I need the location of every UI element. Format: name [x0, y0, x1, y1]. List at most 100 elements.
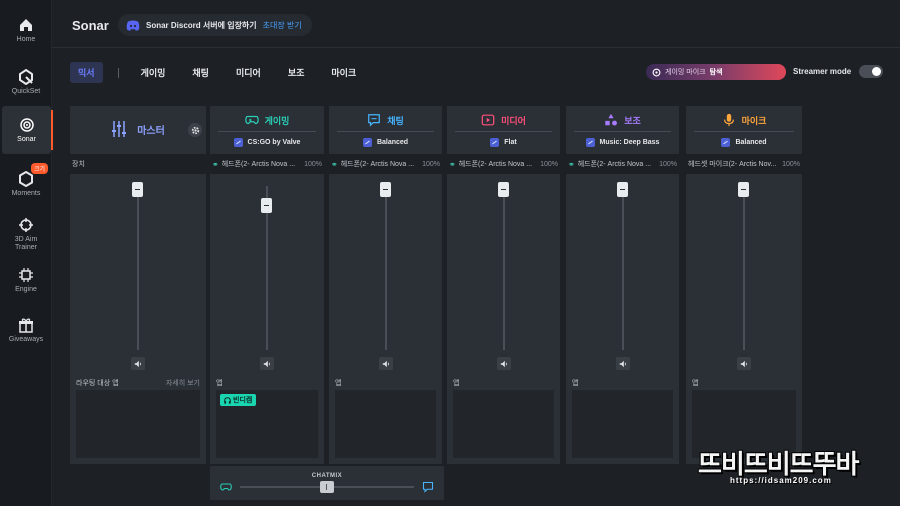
channel-header: 마이크 Balanced: [686, 106, 802, 154]
sidebar: Home QuickSet Sonar 크기 Moments 3D Aim Tr…: [0, 0, 53, 506]
master-header: 마스터: [70, 106, 206, 154]
discord-invite-banner[interactable]: Sonar Discord 서버에 입장하기 초대장 받기: [118, 14, 312, 36]
sidebar-item-label: Home: [16, 35, 36, 43]
fader-panel: 앱: [686, 174, 802, 464]
device-label: 헤드폰(2- Arctis Nova ...: [221, 161, 296, 168]
speaker-icon: [263, 360, 270, 367]
preset-icon: [721, 138, 731, 147]
equalizer-icon: [112, 121, 127, 137]
sidebar-item-sonar[interactable]: Sonar: [2, 106, 53, 154]
fader-knob[interactable]: [380, 182, 391, 197]
speaker-icon: [740, 360, 747, 367]
master-fader-knob[interactable]: [132, 182, 143, 197]
channel-title: 마이크: [741, 115, 767, 126]
shapes-icon: [605, 113, 618, 126]
app-chip-bandicam[interactable]: 빈디캠: [220, 394, 257, 406]
moments-badge: 크기: [30, 163, 48, 174]
preset-selector[interactable]: CS:GO by Valve: [210, 138, 324, 147]
device-volume: 100%: [782, 160, 800, 168]
channel-title: 보조: [624, 115, 641, 126]
tab-mixer[interactable]: 믹서: [70, 62, 103, 83]
output-device-selector[interactable]: ⚭ 헤드폰(2- Arctis Nova ... 100%: [212, 158, 322, 170]
master-apps-detail-link[interactable]: 자세히 보기: [166, 378, 200, 388]
watermark: 뜨비뜨비뜨뚜바 https://idsam209.com: [698, 444, 898, 500]
device-label: 헤드폰(2- Arctis Nova ...: [458, 161, 533, 168]
channel-title: 채팅: [387, 115, 404, 126]
sidebar-item-giveaways[interactable]: Giveaways: [0, 308, 52, 352]
fader-track[interactable]: [622, 186, 624, 350]
channel-title-row: 게이밍: [210, 113, 324, 127]
speaker-icon: [500, 360, 507, 367]
chatmix-knob[interactable]: [320, 481, 334, 493]
game-mic-action: 탐색: [709, 69, 723, 76]
divider: [574, 131, 671, 132]
preset-selector[interactable]: Balanced: [329, 138, 442, 147]
sidebar-item-quickset[interactable]: QuickSet: [0, 60, 52, 104]
tab-chat[interactable]: 채팅: [184, 62, 217, 83]
channel-header: 채팅 Balanced: [329, 106, 442, 154]
mute-button[interactable]: [497, 357, 511, 370]
preset-icon: [362, 138, 372, 147]
chat-icon: [422, 481, 434, 493]
sidebar-item-home[interactable]: Home: [0, 8, 52, 52]
streamer-mode-toggle[interactable]: [859, 65, 883, 78]
sidebar-item-engine[interactable]: Engine: [0, 258, 52, 302]
master-mute-button[interactable]: [131, 357, 145, 370]
apps-box: [335, 390, 436, 458]
fader-panel: 앱: [566, 174, 679, 464]
sidebar-item-label: Moments: [11, 189, 41, 197]
preset-selector[interactable]: Music: Deep Bass: [566, 138, 679, 147]
discord-invite-text: Sonar Discord 서버에 입장하기: [146, 20, 257, 30]
app-chip-label: 빈디캠: [233, 397, 253, 404]
master-title: 마스터: [137, 125, 165, 137]
master-settings-button[interactable]: [188, 123, 202, 137]
sidebar-item-aim-trainer[interactable]: 3D Aim Trainer: [0, 208, 52, 260]
fader-track[interactable]: [385, 186, 387, 350]
fader-track[interactable]: [503, 186, 505, 350]
tab-media[interactable]: 미디어: [228, 62, 269, 83]
master-apps-box: [76, 390, 200, 458]
fader-panel: 앱 빈디캠: [210, 174, 324, 464]
chat-icon: [368, 114, 381, 127]
fader-knob[interactable]: [738, 182, 749, 197]
mute-button[interactable]: [260, 357, 274, 370]
tab-gaming[interactable]: 게이밍: [133, 62, 174, 83]
aim-icon: [19, 217, 33, 232]
input-device-selector[interactable]: 헤드셋 마이크(2- Arctis Nov... 100%: [688, 158, 800, 170]
fader-knob[interactable]: [261, 198, 272, 214]
channel-title: 게이밍: [264, 115, 290, 126]
master-device-row: 장치: [72, 158, 204, 170]
game-mic-label: 게이밍 마이크: [665, 69, 706, 76]
sidebar-item-label: Giveaways: [8, 335, 44, 343]
discord-invite-link[interactable]: 초대장 받기: [263, 20, 302, 31]
apps-label: 앱: [453, 380, 460, 387]
speaker-icon: [134, 360, 141, 367]
preset-selector[interactable]: Flat: [447, 138, 560, 147]
fader-knob[interactable]: [498, 182, 509, 197]
fader-track[interactable]: [743, 186, 745, 350]
speaker-icon: [619, 360, 626, 367]
game-mic-explore-button[interactable]: 게이밍 마이크 탐색: [646, 64, 786, 80]
mute-button[interactable]: [737, 357, 751, 370]
preset-selector[interactable]: Balanced: [686, 138, 802, 147]
output-device-selector[interactable]: ⚭ 헤드폰(2- Arctis Nova ... 100%: [331, 158, 440, 170]
fader-knob[interactable]: [617, 182, 628, 197]
device-label: 헤드셋 마이크(2- Arctis Nov...: [688, 161, 777, 168]
channel-gaming: 게이밍 CS:GO by Valve ⚭ 헤드폰(2- Arctis Nova …: [210, 106, 324, 464]
chip-icon: [19, 267, 33, 282]
tab-mic[interactable]: 마이크: [323, 62, 364, 83]
output-device-selector[interactable]: ⚭ 헤드폰(2- Arctis Nova ... 100%: [449, 158, 558, 170]
device-volume: 100%: [422, 160, 440, 168]
sidebar-item-moments[interactable]: 크기 Moments: [0, 162, 52, 206]
apps-label: 앱: [216, 380, 223, 387]
mute-button[interactable]: [616, 357, 630, 370]
device-volume: 100%: [304, 160, 322, 168]
fader-panel: 앱: [447, 174, 560, 464]
output-device-selector[interactable]: ⚭ 헤드폰(2- Arctis Nova ... 100%: [568, 158, 677, 170]
mute-button[interactable]: [379, 357, 393, 370]
tab-aux[interactable]: 보조: [280, 62, 313, 83]
preset-label: CS:GO by Valve: [247, 139, 301, 146]
divider: [455, 131, 552, 132]
master-fader-track[interactable]: [137, 186, 139, 350]
link-icon: ⚭: [212, 159, 219, 169]
